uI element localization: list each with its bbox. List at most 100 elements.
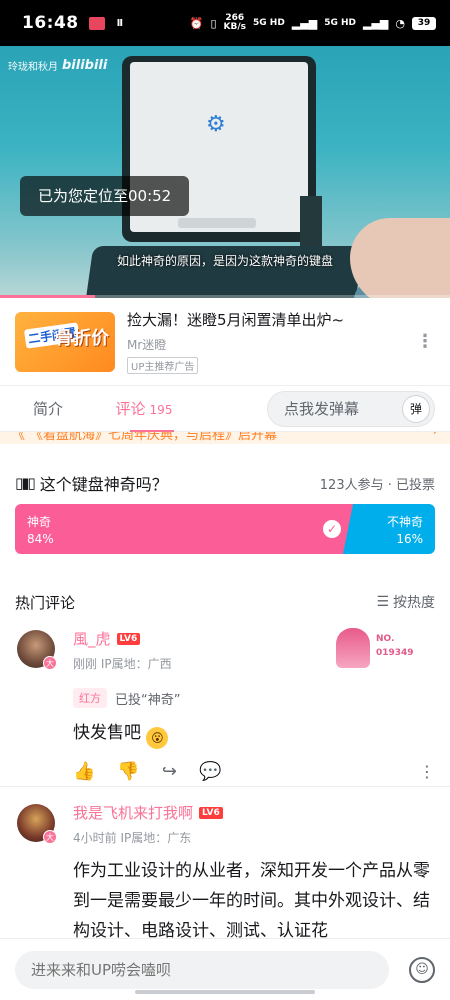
avatar[interactable]: 大 xyxy=(17,630,57,670)
signal-2: 5G HD xyxy=(324,17,356,28)
alarm-icon: ⏰ xyxy=(189,16,204,30)
vote-meta: 123人参与 · 已投票 xyxy=(319,477,435,493)
more-icon[interactable]: ⋮ xyxy=(419,762,435,781)
video-watermark: 玲珑和秋月 bilibili xyxy=(8,58,107,73)
network-speed-unit: KB/s xyxy=(223,22,247,32)
emoji-icon: 😮 xyxy=(146,727,169,749)
notice-left-icon: 《 xyxy=(12,432,26,443)
comment-username[interactable]: 我是飞机来打我啊 xyxy=(73,802,193,823)
avatar[interactable]: 大 xyxy=(17,804,57,844)
vote-yes-percent: 84% xyxy=(27,532,54,546)
comment-username-row: 我是飞机来打我啊 LV6 xyxy=(73,800,435,823)
tab-comments[interactable]: 评论 195 xyxy=(96,386,192,432)
hot-comments-title: 热门评论 xyxy=(15,593,76,612)
video-stand xyxy=(300,196,322,246)
ad-label: UP主推荐广告 xyxy=(127,357,199,374)
comment-vote-status: 红方 已投“神奇” xyxy=(73,688,435,708)
comment-ip: IP属地：广西 xyxy=(100,657,172,671)
dislike-icon[interactable]: 👎 xyxy=(117,761,139,782)
comment-text-content: 作为工业设计的从业者，深知开发一个产品从零到一是需要最少一年的时间。其中外观设计… xyxy=(73,861,430,941)
like-icon[interactable]: 👍 xyxy=(73,761,95,782)
vote-option-no[interactable]: 不神奇 16% xyxy=(343,504,435,554)
fan-badge-number: 019349 xyxy=(376,648,414,658)
vote-choice-text: 已投“神奇” xyxy=(115,692,181,708)
notice-strip[interactable]: 《 《着盘航海》七周年庆典，与启程》启开幕 › xyxy=(0,432,450,444)
vote-side-pill: 红方 xyxy=(73,688,107,708)
level-badge: LV6 xyxy=(199,806,223,819)
avatar-badge: 大 xyxy=(43,830,57,844)
status-right-group: ⏰ ▯ 266 KB/s 5G HD ▂▄▆ 5G HD ▂▄▆ ◔ 39 xyxy=(190,14,436,32)
ad-more-icon[interactable]: ⋮ xyxy=(415,331,435,352)
vote-option-yes[interactable]: 神奇 84% ✓ xyxy=(15,504,355,554)
vibrate-icon: ▯ xyxy=(210,16,217,30)
vote-header: ▯▮▯ 这个键盘神奇吗？ 123人参与 · 已投票 xyxy=(0,466,450,500)
comment-text: 作为工业设计的从业者，深知开发一个产品从零到一是需要最少一年的时间。其中外观设计… xyxy=(73,856,435,946)
hot-comments-header: 热门评论 ☰ 按热度 xyxy=(0,588,450,616)
bilibili-logo: bilibili xyxy=(62,58,108,73)
reply-icon[interactable]: 💬 xyxy=(199,761,221,782)
comment-body: 我是飞机来打我啊 LV6 4小时前 IP属地：广东 作为工业设计的从业者，深知开… xyxy=(73,800,435,946)
status-bar: 16:48 II ⏰ ▯ 266 KB/s 5G HD ▂▄▆ 5G HD ▂▄… xyxy=(0,0,450,46)
comment-item: 大 我是飞机来打我啊 LV6 4小时前 IP属地：广东 作为工业设计的从业者，深… xyxy=(0,800,450,946)
comment-ip: IP属地：广东 xyxy=(120,831,192,845)
video-gear-icon: ⚙ xyxy=(206,112,226,137)
media-pause-icon: II xyxy=(116,17,124,29)
comment-input[interactable] xyxy=(15,950,389,989)
sort-label: 按热度 xyxy=(393,595,435,611)
comment-item: 大 NO. 019349 風_虎 LV6 刚刚 IP属地：广西 红方 已投“神奇… xyxy=(0,626,450,782)
signal-bars-icon: ▂▄▆ xyxy=(291,16,318,30)
tab-intro[interactable]: 简介 xyxy=(0,386,96,432)
tab-comments-label: 评论 xyxy=(115,399,146,418)
vote-card: ▯▮▯ 这个键盘神奇吗？ 123人参与 · 已投票 神奇 84% ✓ 不神奇 1… xyxy=(0,466,450,554)
fan-badge-image xyxy=(336,628,370,668)
status-time: 16:48 xyxy=(22,13,79,33)
battery-level: 39 xyxy=(412,16,436,30)
signal-1: 5G HD xyxy=(253,17,285,28)
home-indicator[interactable] xyxy=(135,990,315,994)
sort-icon: ☰ xyxy=(376,594,389,610)
level-badge: LV6 xyxy=(116,632,141,645)
tab-comments-count: 195 xyxy=(149,402,173,417)
avatar-badge: 大 xyxy=(43,656,57,670)
danmu-toggle-icon[interactable]: 弹 xyxy=(402,394,430,423)
video-subtitle: 如此神奇的原因，是因为这款神奇的键盘 xyxy=(116,254,333,268)
signal-bars-icon-2: ▂▄▆ xyxy=(363,16,389,30)
comment-text-content: 快发售吧 xyxy=(73,723,141,743)
seek-toast: 已为您定位至00:52 xyxy=(20,176,190,216)
fan-badge[interactable]: NO. 019349 xyxy=(330,628,420,668)
fan-badge-no-label: NO. xyxy=(376,634,395,644)
vote-bars: 神奇 84% ✓ 不神奇 16% xyxy=(15,504,435,554)
tab-intro-label: 简介 xyxy=(32,399,63,418)
ad-title[interactable]: 捡大漏！迷瞪5月闲置清单出炉~ xyxy=(127,309,415,330)
tab-bar: 简介 评论 195 点我发弹幕 弹 xyxy=(0,386,450,432)
comment-divider xyxy=(0,786,450,787)
chevron-right-icon: › xyxy=(433,432,438,439)
share-icon[interactable]: ↪ xyxy=(162,761,177,782)
comment-username[interactable]: 風_虎 xyxy=(73,628,111,649)
vote-no-label: 不神奇 xyxy=(386,515,423,529)
comment-text: 快发售吧 😮 xyxy=(73,718,435,749)
check-icon: ✓ xyxy=(323,520,341,538)
vote-no-percent: 16% xyxy=(396,532,423,546)
wifi-icon: ◔ xyxy=(395,16,405,30)
comment-meta: 4小时前 IP属地：广东 xyxy=(73,829,435,846)
comment-time: 刚刚 xyxy=(73,657,98,671)
notice-text: 《着盘航海》七周年庆典，与启程》启开幕 xyxy=(30,432,278,443)
comment-actions: 👍 👎 ↪ 💬 ⋮ xyxy=(73,761,435,782)
notification-app-icon xyxy=(88,16,105,30)
vote-question: 这个键盘神奇吗？ xyxy=(39,475,168,494)
sort-button[interactable]: ☰ 按热度 xyxy=(376,592,435,612)
emoji-picker-icon[interactable]: ☺ xyxy=(409,956,435,983)
watermark-channel: 玲珑和秋月 xyxy=(8,62,58,73)
ad-thumbnail[interactable]: 二手闲置 骨折价 xyxy=(15,311,115,372)
ad-uploader: Mr迷瞪 xyxy=(127,338,167,352)
network-speed: 266 KB/s xyxy=(224,14,246,32)
vote-yes-label: 神奇 xyxy=(27,515,52,529)
video-player[interactable]: ⚙ 玲珑和秋月 bilibili 已为您定位至00:52 如此神奇的原因，是因为… xyxy=(0,46,450,298)
danmu-input[interactable]: 点我发弹幕 弹 xyxy=(267,390,435,427)
ad-thumb-title: 骨折价 xyxy=(55,327,109,349)
poll-icon: ▯▮▯ xyxy=(15,474,36,492)
ad-card[interactable]: 二手闲置 骨折价 捡大漏！迷瞪5月闲置清单出炉~ Mr迷瞪 UP主推荐广告 ⋮ xyxy=(0,298,450,386)
video-tablet-dock xyxy=(178,218,256,228)
comment-time: 4小时前 xyxy=(73,831,117,845)
